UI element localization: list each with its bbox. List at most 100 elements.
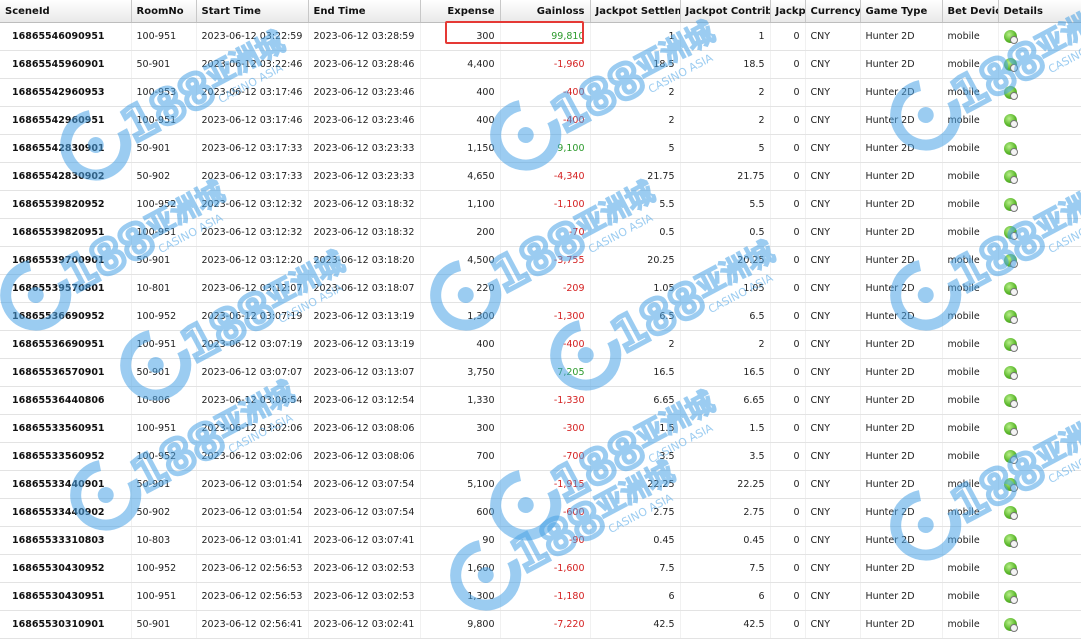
gainloss-cell: -700 — [500, 442, 591, 471]
table-row: 16865533440902 50-902 2023-06-12 03:01:54 2… — [0, 498, 1081, 527]
details-icon[interactable] — [1003, 394, 1018, 408]
col-header-jackpot-settlement[interactable]: Jackpot Settleme — [590, 0, 681, 23]
game-type-cell: Hunter 2D — [860, 106, 943, 135]
gainloss-cell: 99,810 — [500, 22, 591, 51]
details-icon[interactable] — [1003, 114, 1018, 128]
details-icon[interactable] — [1003, 562, 1018, 576]
expense-cell: 400 — [420, 106, 501, 135]
start-time-cell: 2023-06-12 02:56:53 — [196, 554, 309, 583]
col-header-start-time[interactable]: Start Time — [196, 0, 309, 23]
gainloss-cell: -600 — [500, 498, 591, 527]
game-type-cell: Hunter 2D — [860, 414, 943, 443]
jackpot-settlement-cell: 6 — [590, 582, 681, 611]
details-icon[interactable] — [1003, 310, 1018, 324]
details-icon[interactable] — [1003, 338, 1018, 352]
col-header-gainloss[interactable]: Gainloss — [500, 0, 591, 23]
details-icon[interactable] — [1003, 366, 1018, 380]
col-header-details[interactable]: Details — [998, 0, 1081, 23]
jackpot-contribution-cell: 2 — [680, 78, 771, 107]
currency-cell: CNY — [805, 358, 861, 387]
scene-id-cell: 16865533560952 — [0, 442, 132, 471]
col-header-game-type[interactable]: Game Type — [860, 0, 943, 23]
col-header-jackpot-contribution[interactable]: Jackpot Contribu — [680, 0, 771, 23]
expense-cell: 220 — [420, 274, 501, 303]
details-icon[interactable] — [1003, 450, 1018, 464]
details-cell — [998, 582, 1081, 611]
details-cell — [998, 302, 1081, 331]
gainloss-cell: -209 — [500, 274, 591, 303]
start-time-cell: 2023-06-12 03:02:06 — [196, 414, 309, 443]
bet-device-cell: mobile — [942, 330, 999, 359]
table-row: 16865533560951 100-951 2023-06-12 03:02:06… — [0, 414, 1081, 443]
details-icon[interactable] — [1003, 506, 1018, 520]
jackpot-cell: 0 — [770, 274, 806, 303]
end-time-cell: 2023-06-12 03:13:19 — [308, 302, 421, 331]
jackpot-settlement-cell: 6.5 — [590, 302, 681, 331]
col-header-expense[interactable]: Expense — [420, 0, 501, 23]
jackpot-contribution-cell: 1.05 — [680, 274, 771, 303]
details-icon[interactable] — [1003, 282, 1018, 296]
gainloss-cell: -400 — [500, 106, 591, 135]
currency-cell: CNY — [805, 582, 861, 611]
details-icon[interactable] — [1003, 254, 1018, 268]
table-row: 16865546090951 100-951 2023-06-12 03:22:59… — [0, 22, 1081, 51]
game-type-cell: Hunter 2D — [860, 190, 943, 219]
start-time-cell: 2023-06-12 03:06:54 — [196, 386, 309, 415]
details-cell — [998, 106, 1081, 135]
jackpot-cell: 0 — [770, 106, 806, 135]
details-icon[interactable] — [1003, 58, 1018, 72]
game-type-cell: Hunter 2D — [860, 358, 943, 387]
scene-id-cell: 16865536690951 — [0, 330, 132, 359]
jackpot-contribution-cell: 2 — [680, 330, 771, 359]
currency-cell: CNY — [805, 498, 861, 527]
table-row: 16865536570901 50-901 2023-06-12 03:07:07 2… — [0, 358, 1081, 387]
jackpot-settlement-cell: 3.5 — [590, 442, 681, 471]
details-cell — [998, 274, 1081, 303]
gainloss-cell: -3,755 — [500, 246, 591, 275]
details-icon[interactable] — [1003, 590, 1018, 604]
scene-id-cell: 16865539820951 — [0, 218, 132, 247]
jackpot-cell: 0 — [770, 246, 806, 275]
details-icon[interactable] — [1003, 226, 1018, 240]
jackpot-settlement-cell: 5.5 — [590, 190, 681, 219]
gainloss-cell: 9,100 — [500, 134, 591, 163]
end-time-cell: 2023-06-12 03:13:19 — [308, 330, 421, 359]
details-icon[interactable] — [1003, 618, 1018, 632]
jackpot-settlement-cell: 2 — [590, 78, 681, 107]
details-cell — [998, 22, 1081, 51]
end-time-cell: 2023-06-12 03:12:54 — [308, 386, 421, 415]
col-header-bet-device[interactable]: Bet Devic — [942, 0, 999, 23]
col-header-jackpot[interactable]: Jackpo — [770, 0, 806, 23]
bet-device-cell: mobile — [942, 358, 999, 387]
end-time-cell: 2023-06-12 03:07:54 — [308, 498, 421, 527]
details-icon[interactable] — [1003, 170, 1018, 184]
details-cell — [998, 498, 1081, 527]
jackpot-settlement-cell: 16.5 — [590, 358, 681, 387]
col-header-roomno[interactable]: RoomNo — [131, 0, 197, 23]
details-icon[interactable] — [1003, 534, 1018, 548]
col-header-sceneid[interactable]: SceneId — [0, 0, 132, 23]
jackpot-settlement-cell: 6.65 — [590, 386, 681, 415]
expense-cell: 400 — [420, 78, 501, 107]
expense-cell: 1,100 — [420, 190, 501, 219]
start-time-cell: 2023-06-12 03:17:46 — [196, 78, 309, 107]
col-header-currency[interactable]: Currency — [805, 0, 861, 23]
table-row: 16865542830901 50-901 2023-06-12 03:17:33 2… — [0, 134, 1081, 163]
room-no-cell: 50-901 — [131, 50, 197, 79]
room-no-cell: 100-952 — [131, 554, 197, 583]
details-icon[interactable] — [1003, 142, 1018, 156]
jackpot-contribution-cell: 6.65 — [680, 386, 771, 415]
start-time-cell: 2023-06-12 02:56:53 — [196, 582, 309, 611]
jackpot-cell: 0 — [770, 358, 806, 387]
bet-device-cell: mobile — [942, 134, 999, 163]
expense-cell: 300 — [420, 22, 501, 51]
gainloss-cell: -90 — [500, 526, 591, 555]
col-header-end-time[interactable]: End Time — [308, 0, 421, 23]
details-icon[interactable] — [1003, 86, 1018, 100]
scene-id-cell: 16865542830901 — [0, 134, 132, 163]
details-icon[interactable] — [1003, 30, 1018, 44]
details-icon[interactable] — [1003, 422, 1018, 436]
details-icon[interactable] — [1003, 198, 1018, 212]
details-icon[interactable] — [1003, 478, 1018, 492]
room-no-cell: 100-952 — [131, 302, 197, 331]
